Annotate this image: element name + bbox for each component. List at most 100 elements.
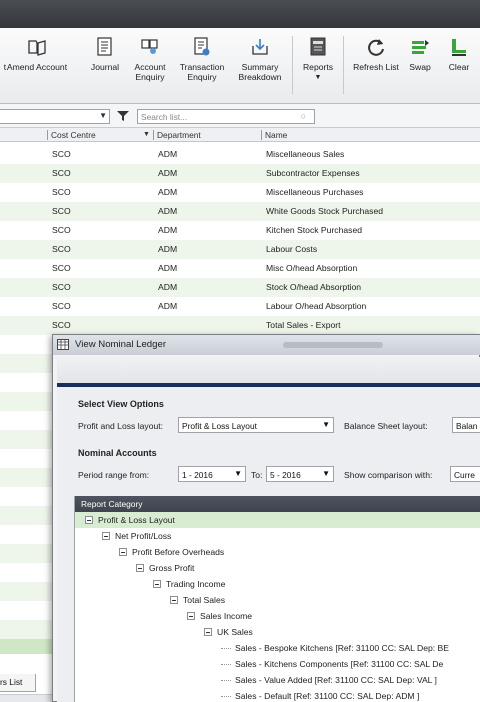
- tree-node-label: Sales - Value Added [Ref: 31100 CC: SAL …: [235, 675, 437, 685]
- cell-name: White Goods Stock Purchased: [266, 206, 384, 216]
- search-input[interactable]: Search list... ○: [137, 109, 315, 124]
- ribbon-button-account-enquiry[interactable]: Account Enquiry: [128, 32, 172, 100]
- table-row[interactable]: SCO ADM Misc O/head Absorption: [0, 259, 480, 278]
- tree-connector: [221, 663, 231, 665]
- cell-cost-centre: SCO: [52, 263, 71, 273]
- ribbon-button-amend-account[interactable]: Amend Account: [7, 32, 67, 100]
- table-row[interactable]: SCO ADM Subcontractor Expenses: [0, 164, 480, 183]
- cell-department: ADM: [158, 168, 178, 178]
- table-row[interactable]: SCO ADM Miscellaneous Purchases: [0, 183, 480, 202]
- ribbon-label: Transaction Enquiry: [179, 62, 225, 82]
- table-row[interactable]: SCO ADM Stock O/head Absorption: [0, 278, 480, 297]
- ribbon-button-journal[interactable]: Journal: [88, 32, 122, 100]
- cell-name: Miscellaneous Purchases: [266, 187, 364, 197]
- collapse-icon[interactable]: [85, 516, 93, 524]
- column-header-cost-centre[interactable]: Cost Centre: [47, 130, 96, 140]
- collapse-icon[interactable]: [170, 596, 178, 604]
- ribbon-separator: [343, 36, 344, 94]
- journal-icon: [94, 36, 116, 58]
- tree-node[interactable]: Trading Income: [153, 576, 225, 592]
- tree-node-label: Profit & Loss Layout: [98, 515, 175, 525]
- bs-layout-label: Balance Sheet layout:: [344, 421, 428, 431]
- tree-node-label: Net Profit/Loss: [115, 531, 172, 541]
- tree-connector: [221, 679, 231, 681]
- cell-department: ADM: [158, 301, 178, 311]
- period-from-label: Period range from:: [78, 470, 150, 480]
- table-row[interactable]: SCO ADM Kitchen Stock Purchased: [0, 221, 480, 240]
- ribbon-label: Summary Breakdown: [238, 62, 282, 82]
- comparison-select[interactable]: Curre: [450, 466, 480, 482]
- swap-icon: [409, 36, 431, 58]
- tree-node[interactable]: Gross Profit: [136, 560, 194, 576]
- table-row[interactable]: SCO ADM White Goods Stock Purchased: [0, 202, 480, 221]
- collapse-icon[interactable]: [153, 580, 161, 588]
- filter-icon[interactable]: [116, 109, 130, 123]
- collapse-icon[interactable]: [136, 564, 144, 572]
- tree-node[interactable]: UK Sales: [204, 624, 253, 640]
- tree-node[interactable]: Net Profit/Loss: [102, 528, 171, 544]
- report-category-tree: Report Category Profit & Loss Layout Net …: [74, 496, 480, 702]
- tree-node-label: Profit Before Overheads: [132, 547, 225, 557]
- pl-layout-select[interactable]: Profit & Loss Layout ▼: [178, 417, 334, 433]
- dialog-titlebar[interactable]: View Nominal Ledger: [53, 335, 480, 355]
- period-from-select[interactable]: 1 - 2016 ▼: [178, 466, 246, 482]
- cell-department: ADM: [158, 187, 178, 197]
- tree-node-label: UK Sales: [217, 627, 253, 637]
- cell-cost-centre: SCO: [52, 320, 71, 330]
- account-enquiry-icon: [139, 36, 161, 58]
- pl-layout-label: Profit and Loss layout:: [78, 421, 164, 431]
- column-header-department[interactable]: Department: [153, 130, 201, 140]
- reports-icon: [307, 36, 329, 58]
- tree-node[interactable]: Sales - Bespoke Kitchens [Ref: 31100 CC:…: [221, 640, 449, 656]
- tree-node[interactable]: Sales - Default [Ref: 31100 CC: SAL Dep:…: [221, 688, 419, 702]
- tree-node[interactable]: Profit Before Overheads: [119, 544, 224, 560]
- tree-node[interactable]: Sales - Kitchens Components [Ref: 31100 …: [221, 656, 443, 672]
- bs-layout-value: Balan: [456, 421, 478, 431]
- tree-node[interactable]: Total Sales: [170, 592, 225, 608]
- dialog-title: View Nominal Ledger: [75, 339, 167, 350]
- collapse-icon[interactable]: [119, 548, 127, 556]
- cell-department: ADM: [158, 282, 178, 292]
- chevron-down-icon: ▼: [99, 111, 107, 120]
- select-view-options-heading: Select View Options: [78, 399, 164, 409]
- period-from-value: 1 - 2016: [182, 470, 213, 480]
- ribbon-button-summary-breakdown[interactable]: Summary Breakdown: [234, 32, 286, 100]
- tree-node-label: Sales Income: [200, 611, 253, 621]
- ribbon-label: Amend Account: [6, 62, 68, 72]
- ribbon-button-reports[interactable]: Reports ▼: [296, 32, 340, 100]
- chevron-down-icon: ▼: [322, 469, 330, 478]
- cell-name: Stock O/head Absorption: [266, 282, 362, 292]
- comparison-label: Show comparison with:: [344, 470, 433, 480]
- tree-connector: [221, 647, 231, 649]
- table-row[interactable]: SCO Total Sales - Export: [0, 316, 480, 335]
- to-label: To:: [251, 470, 263, 480]
- ribbon-toolbar: t Amend Account Journal Account Enquiry …: [0, 28, 480, 104]
- tree-node[interactable]: Profit & Loss Layout: [75, 512, 480, 528]
- collapse-icon[interactable]: [102, 532, 110, 540]
- ribbon-button-swap[interactable]: Swap: [406, 32, 434, 100]
- tree-node[interactable]: Sales - Value Added [Ref: 31100 CC: SAL …: [221, 672, 437, 688]
- search-placeholder: Search list...: [141, 112, 188, 122]
- bs-layout-select[interactable]: Balan: [452, 417, 480, 433]
- nominal-accounts-heading: Nominal Accounts: [78, 448, 157, 458]
- tab-list[interactable]: rs List: [0, 674, 36, 692]
- collapse-icon[interactable]: [204, 628, 212, 636]
- ribbon-label: Swap: [409, 62, 431, 72]
- collapse-icon[interactable]: [187, 612, 195, 620]
- tree-node[interactable]: Sales Income: [187, 608, 252, 624]
- cell-name: Misc O/head Absorption: [266, 263, 358, 273]
- ribbon-button-clear[interactable]: Clear: [442, 32, 476, 100]
- ribbon-button-refresh-list[interactable]: Refresh List: [348, 32, 404, 100]
- window-titlebar: [0, 0, 480, 28]
- ribbon-button-transaction-enquiry[interactable]: Transaction Enquiry: [174, 32, 230, 100]
- comparison-value: Curre: [454, 470, 475, 480]
- filter-combo[interactable]: ▼: [0, 109, 110, 124]
- table-row[interactable]: SCO ADM Miscellaneous Sales: [0, 145, 480, 164]
- table-row[interactable]: SCO ADM Labour O/head Absorption: [0, 297, 480, 316]
- table-row[interactable]: SCO ADM Labour Costs: [0, 240, 480, 259]
- cell-name: Kitchen Stock Purchased: [266, 225, 363, 235]
- dialog-header-band: [57, 357, 480, 385]
- sort-down-icon: ▼: [143, 131, 150, 138]
- column-header-name[interactable]: Name: [261, 130, 287, 140]
- period-to-select[interactable]: 5 - 2016 ▼: [266, 466, 334, 482]
